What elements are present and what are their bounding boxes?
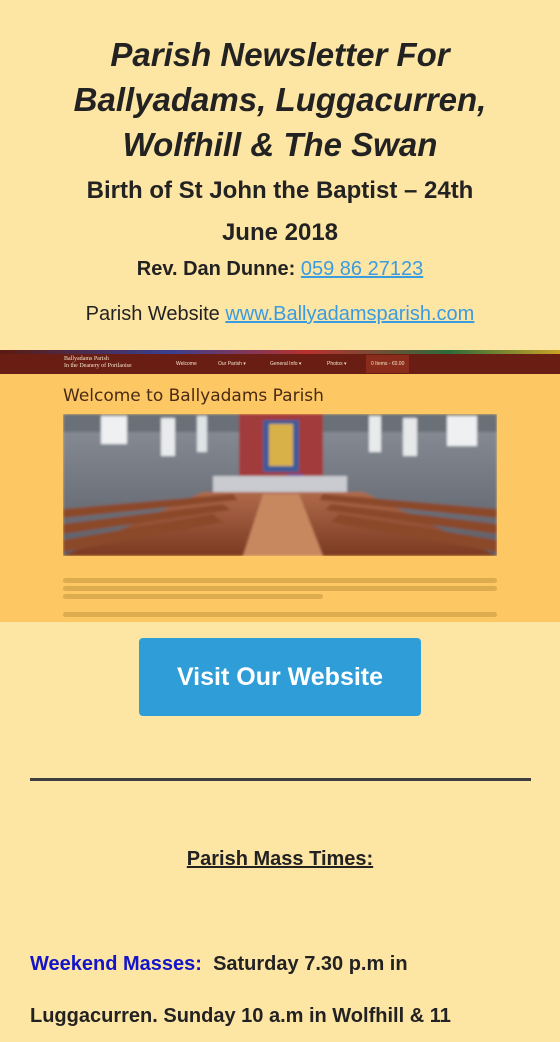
weekend-masses-label: Weekend Masses: <box>30 953 202 975</box>
priest-phone-link[interactable]: 059 86 27123 <box>301 258 423 280</box>
visit-website-button[interactable]: Visit Our Website <box>139 638 421 716</box>
title-line-1: Parish Newsletter For <box>110 36 450 73</box>
preview-brand: Ballyadams Parish In the Deanery of Port… <box>64 356 132 370</box>
newsletter-subtitle: Birth of St John the Baptist – 24th June… <box>20 170 540 254</box>
preview-cart: 0 Items - €0.00 <box>366 355 410 373</box>
preview-nav-welcome: Welcome <box>176 361 197 367</box>
website-link[interactable]: www.Ballyadamsparish.com <box>225 303 474 325</box>
website-line: Parish Website www.Ballyadamsparish.com <box>0 303 560 326</box>
preview-text-line <box>63 612 497 617</box>
preview-text-line <box>63 586 497 591</box>
church-interior-image <box>63 414 497 556</box>
subtitle-line-2: June 2018 <box>221 219 339 246</box>
preview-brand-name: Ballyadams Parish <box>64 356 109 362</box>
preview-nav-general-info: General Info ▾ <box>270 361 302 367</box>
preview-text-line <box>63 594 323 599</box>
priest-label: Rev. Dan Dunne: <box>136 258 296 280</box>
newsletter-page: Parish Newsletter For Ballyadams, Luggac… <box>0 0 560 1027</box>
preview-nav-photos: Photos ▾ <box>327 361 347 367</box>
title-line-3: Wolfhill & The Swan <box>122 126 438 163</box>
newsletter-title: Parish Newsletter For Ballyadams, Luggac… <box>0 32 560 167</box>
divider <box>30 778 531 781</box>
mass-times-line-1: Weekend Masses: Saturday 7.30 p.m in <box>30 938 540 990</box>
preview-nav-our-parish: Our Parish ▾ <box>218 361 246 367</box>
mass-times-line-1-text: Saturday 7.30 p.m in <box>213 953 408 975</box>
website-label: Parish Website <box>85 303 220 325</box>
title-line-2: Ballyadams, Luggacurren, <box>73 81 487 118</box>
website-preview-image[interactable]: Ballyadams Parish In the Deanery of Port… <box>0 350 560 622</box>
preview-text-line <box>63 578 497 583</box>
preview-navbar: Ballyadams Parish In the Deanery of Port… <box>0 354 560 374</box>
priest-contact: Rev. Dan Dunne: 059 86 27123 <box>0 258 560 281</box>
mass-times-heading: Parish Mass Times: <box>186 848 374 870</box>
preview-brand-sub: In the Deanery of Portlaoise <box>64 363 132 369</box>
mass-times-text: Weekend Masses: Saturday 7.30 p.m in Lug… <box>30 938 540 1042</box>
subtitle-line-1: Birth of St John the Baptist – 24th <box>86 177 474 204</box>
mass-times-line-2: Luggacurren. Sunday 10 a.m in Wolfhill &… <box>30 1005 451 1027</box>
preview-heading: Welcome to Ballyadams Parish <box>63 386 324 406</box>
